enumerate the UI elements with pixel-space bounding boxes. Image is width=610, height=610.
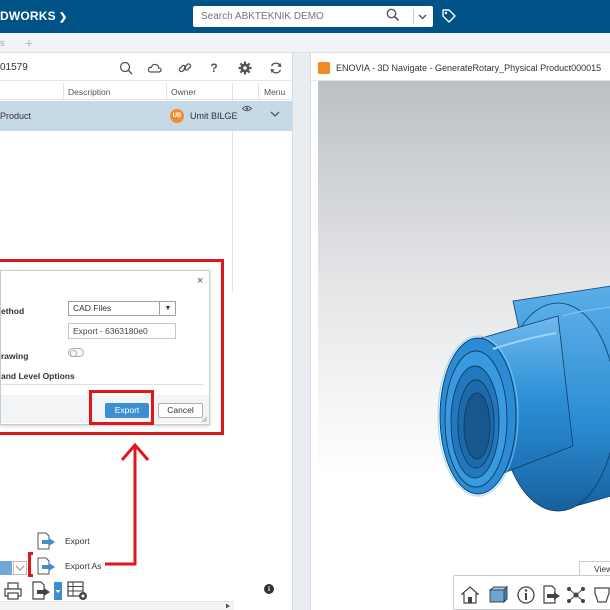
column-header-owner[interactable]: Owner [171,87,196,97]
link-icon[interactable] [177,60,193,76]
annotation-arrow [105,442,150,566]
3d-view-icon[interactable] [488,585,508,605]
chevron-down-icon[interactable] [269,109,281,119]
menu-item-export-as[interactable]: Export As [33,555,105,577]
3d-navigate-panel: ENOVIA - 3D Navigate - GenerateRotary_Ph… [310,53,610,610]
column-divider [258,83,259,100]
horizontal-scrollbar[interactable] [0,601,234,610]
search-icon[interactable] [118,60,134,76]
column-divider [166,83,167,100]
tools-icon[interactable] [592,585,610,605]
eye-icon[interactable] [242,105,252,112]
table-header: Description Owner Menu [0,83,293,100]
search-icon[interactable] [386,8,400,22]
add-tab-icon[interactable]: + [25,35,33,51]
tag-icon[interactable] [441,8,457,24]
panel-title: ENOVIA - 3D Navigate - GenerateRotary_Ph… [336,63,602,73]
menu-item-label: Export As [65,561,102,571]
info-icon[interactable]: i [264,584,274,594]
chevron-down-icon[interactable] [13,561,27,575]
gear-icon[interactable] [237,60,253,76]
menu-item-label: Export [65,536,90,546]
panel-header: ENOVIA - 3D Navigate - GenerateRotary_Ph… [311,53,610,81]
selected-tab-indicator [0,561,12,575]
export-icon [37,532,55,550]
3d-toolbar [453,575,610,610]
scroll-right-icon[interactable] [225,603,231,609]
help-icon[interactable]: ? [206,60,222,76]
search-input[interactable] [193,6,373,27]
info-circle-icon[interactable] [516,585,536,605]
refresh-icon[interactable] [268,60,284,76]
tab-bar: s + [0,33,610,53]
chevron-down-icon: ❯ [58,12,68,23]
print-icon[interactable] [3,581,23,601]
column-divider [63,83,64,100]
chevron-down-icon [55,590,61,593]
column-header-menu[interactable]: Menu [264,87,285,97]
brand-label: DWORKS [0,9,56,23]
context-menu: Export Export As [33,527,105,577]
dropdown-toggle[interactable] [54,582,62,600]
export-icon[interactable] [31,581,53,601]
annotation-frame-export-button [89,390,154,425]
top-bar: DWORKS ❯ [0,0,610,33]
export-as-icon [37,557,55,575]
table-settings-icon[interactable] [67,581,89,601]
avatar: UB [170,109,184,123]
export-icon[interactable] [542,585,562,605]
app-logo-icon [318,62,330,74]
structure-icon[interactable] [566,585,586,605]
panel-gutter [293,53,310,610]
row-owner: Umit BILGE [190,111,238,121]
chevron-down-icon [418,14,427,20]
brand-menu[interactable]: DWORKS ❯ [0,9,67,23]
panel-header: 01579 ? [0,53,293,81]
search-dropdown[interactable] [413,9,430,24]
3d-part-model[interactable] [318,81,610,610]
cloud-icon[interactable] [147,60,163,76]
tab-label[interactable]: s [0,38,5,48]
column-header-description[interactable]: Description [68,87,111,97]
3d-viewport[interactable] [318,81,610,610]
row-name: Product [0,111,32,121]
view-tab-label: View [594,564,610,574]
table-row[interactable]: Product UB Umit BILGE [0,101,292,131]
menu-item-export[interactable]: Export [33,530,105,552]
object-id: 01579 [0,62,28,73]
home-icon[interactable] [460,585,480,605]
